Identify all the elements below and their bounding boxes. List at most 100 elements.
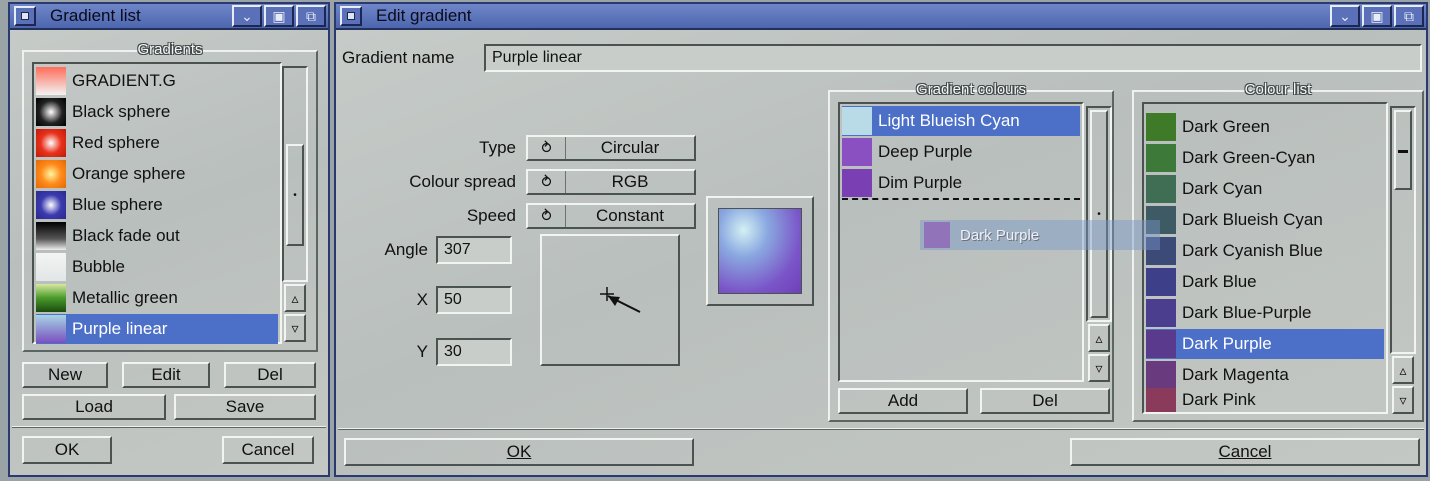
colour-swatch	[842, 107, 872, 135]
cancel-button[interactable]: Cancel	[1070, 438, 1420, 466]
list-item[interactable]: Orange sphere	[36, 159, 278, 189]
separator	[338, 428, 1424, 430]
colour-spread-label: Colour spread	[409, 172, 516, 191]
colour-swatch	[1146, 268, 1176, 296]
gradient-preview-icon	[36, 315, 66, 343]
scroll-knob[interactable]: •	[1090, 110, 1108, 318]
edit-gradient-window: Edit gradient ⌄ ▣ ⧉ Gradient name Purple…	[334, 2, 1428, 477]
gradient-list-window: Gradient list ⌄ ▣ ⧉ Gradients GRADIENT.G…	[8, 2, 330, 477]
angle-input[interactable]: 307	[436, 236, 512, 264]
list-item[interactable]: Blue sphere	[36, 190, 278, 220]
list-item[interactable]: Dark Cyan	[1146, 174, 1384, 204]
scroll-up-icon[interactable]: ▵	[284, 284, 306, 312]
load-button[interactable]: Load	[22, 394, 166, 420]
list-item[interactable]: Black fade out	[36, 221, 278, 251]
gradient-colours-scrollbar[interactable]: •	[1086, 106, 1112, 322]
gradient-preview-icon	[36, 191, 66, 219]
cycle-icon: ⥁	[528, 137, 566, 159]
list-item[interactable]: Dark Blue	[1146, 267, 1384, 297]
gradient-preview-icon	[36, 253, 66, 281]
direction-arrow-icon	[600, 287, 641, 313]
ok-button[interactable]: OK	[22, 436, 112, 464]
colour-list-scrollbar[interactable]: ▬	[1390, 106, 1416, 354]
colour-swatch	[1146, 361, 1176, 389]
colour-swatch	[1146, 299, 1176, 327]
colour-spread-cycle-button[interactable]: ⥁ RGB	[526, 169, 696, 195]
scroll-up-icon[interactable]: ▵	[1392, 356, 1414, 384]
gradient-list-scrollbar[interactable]: •	[282, 66, 308, 282]
scroll-up-icon[interactable]: ▵	[1088, 324, 1110, 352]
zoom-gadget-icon[interactable]: ⌄	[232, 5, 262, 27]
colour-swatch	[924, 222, 950, 248]
zoom-gadget-icon[interactable]: ⌄	[1330, 5, 1360, 27]
list-item[interactable]: Dark Blue-Purple	[1146, 298, 1384, 328]
gradients-group-title: Gradients	[137, 41, 203, 58]
gradient-name-input[interactable]: Purple linear	[484, 44, 1422, 72]
list-item[interactable]: Metallic green	[36, 283, 278, 313]
drop-insertion-line	[842, 198, 1080, 200]
list-item[interactable]: Dark Magenta	[1146, 360, 1384, 390]
edit-gradient-titlebar[interactable]: Edit gradient ⌄ ▣ ⧉	[336, 4, 1426, 30]
angle-label: Angle	[384, 240, 428, 259]
delete-colour-button[interactable]: Del	[980, 388, 1110, 414]
scroll-knob[interactable]: ▬	[1394, 110, 1412, 190]
colour-swatch	[1146, 388, 1176, 412]
new-button[interactable]: New	[22, 362, 108, 388]
colour-swatch	[842, 138, 872, 166]
x-input[interactable]: 50	[436, 286, 512, 314]
list-item-selected[interactable]: Dark Purple	[1146, 329, 1384, 359]
save-button[interactable]: Save	[174, 394, 316, 420]
x-label: X	[416, 290, 428, 309]
colour-swatch	[842, 169, 872, 197]
type-cycle-button[interactable]: ⥁ Circular	[526, 135, 696, 161]
list-item[interactable]: Dark Cyanish Blue	[1146, 236, 1384, 266]
list-item-selected[interactable]: Purple linear	[36, 314, 278, 344]
y-input[interactable]: 30	[436, 338, 512, 366]
delete-button[interactable]: Del	[224, 362, 316, 388]
colour-swatch	[1146, 330, 1176, 358]
list-item[interactable]: Dark Pink	[1146, 388, 1384, 412]
list-item-selected[interactable]: Light Blueish Cyan	[842, 106, 1080, 136]
list-item[interactable]: Dark Green	[1146, 112, 1384, 142]
list-item[interactable]: Deep Purple	[842, 137, 1080, 167]
scroll-knob[interactable]: •	[286, 144, 304, 246]
list-item[interactable]: Bubble	[36, 252, 278, 282]
add-colour-button[interactable]: Add	[838, 388, 968, 414]
gradient-preview-swatch	[718, 208, 802, 294]
cancel-button[interactable]: Cancel	[222, 436, 314, 464]
gradient-preview-icon	[36, 284, 66, 312]
gradient-preview-icon	[36, 160, 66, 188]
iconify-gadget-icon[interactable]: ⧉	[296, 5, 326, 27]
window-title: Edit gradient	[376, 6, 472, 25]
depth-gadget-icon[interactable]: ▣	[264, 5, 294, 27]
list-item[interactable]: Black sphere	[36, 97, 278, 127]
list-item[interactable]: Dark Green-Cyan	[1146, 143, 1384, 173]
colour-swatch	[1146, 144, 1176, 172]
list-item[interactable]: Red sphere	[36, 128, 278, 158]
iconify-gadget-icon[interactable]: ⧉	[1394, 5, 1424, 27]
gradient-preview	[706, 196, 814, 306]
colour-swatch	[1146, 113, 1176, 141]
list-item[interactable]: Dark Blueish Cyan	[1146, 205, 1384, 235]
colour-swatch	[1146, 175, 1176, 203]
gradient-listbox[interactable]: GRADIENT.G Black sphere Red sphere Orang…	[32, 62, 282, 344]
scroll-down-icon[interactable]: ▿	[1088, 354, 1110, 382]
colour-list-listbox[interactable]: Dark Green Dark Green-Cyan Dark Cyan Dar…	[1142, 102, 1388, 414]
close-gadget-icon[interactable]	[340, 6, 362, 26]
angle-direction-pad[interactable]	[540, 234, 680, 366]
gradient-list-titlebar[interactable]: Gradient list ⌄ ▣ ⧉	[10, 4, 328, 30]
gradient-name-label: Gradient name	[342, 48, 455, 67]
depth-gadget-icon[interactable]: ▣	[1362, 5, 1392, 27]
close-gadget-icon[interactable]	[14, 6, 36, 26]
list-item[interactable]: Dim Purple	[842, 168, 1080, 198]
speed-cycle-button[interactable]: ⥁ Constant	[526, 203, 696, 229]
cycle-icon: ⥁	[528, 171, 566, 193]
scroll-down-icon[interactable]: ▿	[284, 314, 306, 342]
cycle-icon: ⥁	[528, 205, 566, 227]
gradient-preview-icon	[36, 98, 66, 126]
ok-button[interactable]: OK	[344, 438, 694, 466]
scroll-down-icon[interactable]: ▿	[1392, 386, 1414, 414]
list-item[interactable]: GRADIENT.G	[36, 66, 278, 96]
edit-button[interactable]: Edit	[122, 362, 210, 388]
y-label: Y	[416, 342, 428, 361]
